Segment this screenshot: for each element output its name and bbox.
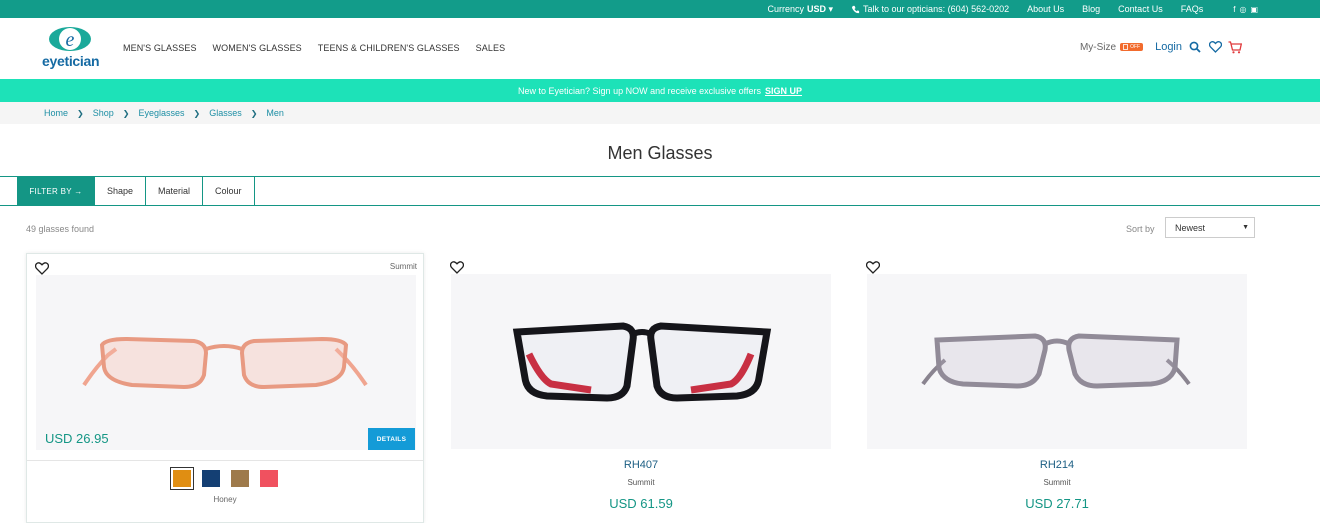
details-button[interactable]: DETAILS	[368, 428, 415, 450]
breadcrumb-glasses[interactable]: Glasses	[209, 108, 242, 118]
topbar-link-about[interactable]: About Us	[1027, 4, 1064, 14]
social-links: f ◎ ▣	[1233, 5, 1258, 14]
header-actions: My-Size OFF Login	[1080, 40, 1242, 54]
logo-text: eyetician	[42, 53, 100, 69]
product-model[interactable]: RH407	[442, 459, 840, 471]
top-bar: Currency USD ▾ Talk to our opticians: (6…	[0, 0, 1320, 18]
results-count: 49 glasses found	[26, 224, 95, 234]
product-price: USD 26.95	[45, 431, 109, 446]
currency-label: Currency	[767, 4, 804, 14]
facebook-icon[interactable]: f	[1233, 5, 1235, 14]
breadcrumb-eyeglasses[interactable]: Eyeglasses	[138, 108, 184, 118]
instagram-icon[interactable]: ◎	[1239, 5, 1246, 14]
topbar-link-contact[interactable]: Contact Us	[1118, 4, 1163, 14]
breadcrumb: Home ❯ Shop ❯ Eyeglasses ❯ Glasses ❯ Men	[0, 102, 1320, 124]
swatch-brown[interactable]	[230, 470, 249, 487]
product-brand: Summit	[1043, 478, 1071, 487]
page-title: Men Glasses	[607, 143, 713, 163]
product-image[interactable]	[36, 275, 416, 450]
chevron-right-icon: ❯	[77, 108, 84, 118]
swatch-navy[interactable]	[201, 470, 220, 487]
mysize-link[interactable]: My-Size OFF	[1079, 41, 1144, 53]
product-card[interactable]: Summit USD 26.95 DETAILS Honey	[26, 253, 424, 523]
youtube-icon[interactable]: ▣	[1250, 5, 1258, 14]
breadcrumb-shop[interactable]: Shop	[93, 108, 114, 118]
swatch-honey[interactable]	[169, 467, 194, 490]
filter-by-button[interactable]: FILTER BY →	[17, 177, 95, 205]
wishlist-heart-icon[interactable]	[865, 261, 881, 274]
mysize-label: My-Size	[1079, 41, 1117, 53]
glasses-image	[921, 333, 1191, 389]
results-bar: 49 glasses found Sort by Newest ▼	[0, 206, 1320, 252]
phone-link[interactable]: Talk to our opticians: (604) 562-0202	[851, 4, 1009, 14]
glasses-image	[82, 336, 368, 390]
wishlist-heart-icon[interactable]	[449, 261, 465, 274]
site-header: e eyetician MEN'S GLASSES WOMEN'S GLASSE…	[0, 18, 1320, 79]
login-link[interactable]: Login	[1155, 41, 1182, 53]
promo-banner: New to Eyetician? Sign up NOW and receiv…	[0, 79, 1320, 102]
mysize-badge-text: OFF	[1130, 44, 1141, 50]
signup-link[interactable]: SIGN UP	[765, 86, 802, 96]
currency-selector[interactable]: Currency USD ▾	[767, 4, 833, 15]
chevron-right-icon: ❯	[250, 108, 258, 118]
topbar-link-faqs[interactable]: FAQs	[1181, 4, 1204, 14]
product-brand: Summit	[627, 478, 655, 487]
product-brand: Summit	[389, 262, 417, 271]
sort-select[interactable]: Newest ▼	[1165, 217, 1255, 238]
sort-label: Sort by	[1126, 224, 1155, 234]
phone-icon	[851, 5, 860, 13]
chevron-right-icon: ❯	[193, 108, 201, 118]
selected-color-name: Honey	[213, 495, 237, 504]
card-divider	[27, 460, 423, 461]
promo-text: New to Eyetician? Sign up NOW and receiv…	[518, 85, 761, 96]
product-image[interactable]	[867, 274, 1247, 449]
nav-mens-glasses[interactable]: MEN'S GLASSES	[123, 43, 197, 53]
svg-text:e: e	[66, 29, 75, 51]
chevron-down-icon: ▼	[1242, 224, 1249, 231]
product-price: USD 27.71	[1025, 496, 1089, 511]
wishlist-heart-icon[interactable]	[1208, 40, 1222, 54]
filter-material[interactable]: Material	[146, 177, 204, 205]
product-card[interactable]: RH407 Summit USD 61.59	[442, 253, 840, 523]
chevron-right-icon: ❯	[122, 108, 130, 118]
breadcrumb-men[interactable]: Men	[266, 108, 284, 118]
topbar-link-blog[interactable]: Blog	[1082, 4, 1100, 14]
product-image[interactable]	[451, 274, 831, 449]
cart-icon[interactable]	[1228, 40, 1242, 54]
nav-sales[interactable]: SALES	[476, 43, 506, 53]
sort-value: Newest	[1175, 222, 1206, 233]
filter-shape[interactable]: Shape	[95, 177, 147, 205]
color-swatches	[27, 467, 423, 490]
wishlist-heart-icon[interactable]	[34, 262, 50, 275]
breadcrumb-home[interactable]: Home	[44, 108, 68, 118]
filter-colour[interactable]: Colour	[203, 177, 255, 205]
product-card[interactable]: RH214 Summit USD 27.71	[858, 253, 1256, 523]
product-price: USD 61.59	[609, 496, 673, 511]
main-nav: MEN'S GLASSES WOMEN'S GLASSES TEENS & CH…	[123, 43, 505, 53]
ruler-icon	[1123, 44, 1128, 50]
nav-womens-glasses[interactable]: WOMEN'S GLASSES	[213, 43, 302, 53]
product-model[interactable]: RH214	[858, 459, 1256, 471]
logo[interactable]: e eyetician	[42, 26, 104, 70]
nav-teens-childrens-glasses[interactable]: TEENS & CHILDREN'S GLASSES	[318, 43, 460, 53]
glasses-image	[512, 322, 772, 402]
swatch-red[interactable]	[259, 470, 278, 487]
filter-bar: FILTER BY → Shape Material Colour	[0, 176, 1320, 206]
mysize-badge: OFF	[1120, 43, 1144, 51]
search-icon[interactable]	[1188, 40, 1202, 54]
currency-value[interactable]: USD ▾	[807, 4, 833, 15]
logo-eye-icon: e	[49, 27, 91, 51]
phone-text: Talk to our opticians: (604) 562-0202	[863, 4, 1010, 14]
